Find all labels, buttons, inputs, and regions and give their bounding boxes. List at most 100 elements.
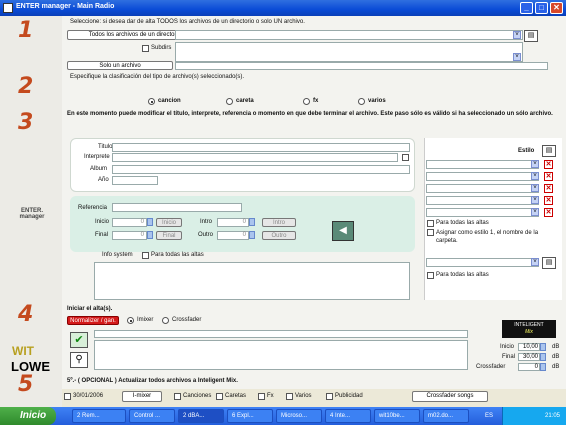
taskbar-item[interactable]: m02.do... (423, 409, 469, 423)
chevron-down-icon[interactable]: ˅ (531, 196, 539, 204)
language-indicator[interactable]: ES (485, 413, 493, 419)
estilo-4-select[interactable] (426, 196, 539, 205)
radio-varios[interactable] (358, 98, 365, 105)
estilo-2-delete-icon[interactable]: ✕ (544, 172, 553, 181)
intro-input[interactable]: 0 (217, 218, 249, 227)
radio-cancion[interactable] (148, 98, 155, 105)
outro-spinner[interactable] (249, 231, 255, 239)
radio-careta-label: careta (236, 98, 254, 104)
start-button[interactable]: Inicio (0, 407, 56, 425)
taskbar-item[interactable]: 6 Expl... (227, 409, 273, 423)
search-icon[interactable]: ⚲ (70, 352, 88, 368)
info-system-textarea[interactable] (94, 262, 410, 300)
taskbar-item[interactable]: 2 dBA... (178, 409, 224, 423)
taskbar-item[interactable]: Control ... (129, 409, 175, 423)
estilo-para-todas-checkbox[interactable] (427, 220, 434, 227)
normalizer-button[interactable]: Normalizer / gan. (67, 316, 119, 325)
estilo-1-select[interactable] (426, 160, 539, 169)
varios-checkbox[interactable] (286, 393, 293, 400)
final-input[interactable]: 0 (112, 231, 147, 240)
taskbar-item[interactable]: 2 Rem... (72, 409, 126, 423)
chevron-down-icon[interactable]: ˅ (513, 53, 521, 61)
inicio-gain-input[interactable]: 10,00 (518, 343, 540, 351)
chevron-down-icon[interactable]: ˅ (531, 208, 539, 216)
radio-crossfader[interactable] (162, 317, 169, 324)
interprete-checkbox[interactable] (402, 154, 409, 161)
imixer-update-button[interactable]: I-mixer (122, 391, 162, 402)
outro-input[interactable]: 0 (217, 231, 249, 240)
maximize-button[interactable]: □ (535, 2, 548, 14)
radio-imixer[interactable] (127, 317, 134, 324)
chevron-down-icon[interactable]: ˅ (531, 184, 539, 192)
checkmark-icon[interactable]: ✔ (70, 332, 88, 348)
step-4-number: 4 (18, 302, 34, 327)
single-file-button[interactable]: Solo un archivo (67, 61, 173, 70)
inicio-gain-spinner[interactable] (540, 343, 546, 351)
speaker-icon[interactable]: ◀ (332, 221, 354, 241)
estilo-add-icon[interactable]: ▤ (542, 145, 556, 157)
section-3-title: En este momento puede modificar el títul… (67, 111, 553, 117)
inicio-button[interactable]: Inicio (156, 218, 182, 227)
estilo-label: Estilo (518, 148, 535, 154)
title-bar[interactable]: ENTER manager - Main Radio _ □ ✕ (0, 0, 566, 16)
taskbar-item[interactable]: Microso... (276, 409, 322, 423)
radio-fx[interactable] (303, 98, 310, 105)
caretas-label: Caretas (225, 393, 247, 399)
files-list[interactable] (175, 42, 523, 62)
subdirs-label: Subdirs (151, 45, 172, 51)
add-folder-icon[interactable]: ▤ (524, 30, 538, 42)
radio-careta[interactable] (226, 98, 233, 105)
subdirs-checkbox[interactable] (142, 45, 149, 52)
log-textarea[interactable] (94, 340, 468, 370)
canciones-checkbox[interactable] (174, 393, 181, 400)
info-system-label: Info system (102, 252, 133, 258)
minimize-button[interactable]: _ (520, 2, 533, 14)
anio-input[interactable] (112, 176, 158, 185)
inicio-spinner[interactable] (147, 218, 153, 226)
estilo-3-delete-icon[interactable]: ✕ (544, 184, 553, 193)
fx-checkbox[interactable] (258, 393, 265, 400)
estilo-2-select[interactable] (426, 172, 539, 181)
crossfader-gain-input[interactable]: 0 (518, 363, 540, 371)
estilo-3-select[interactable] (426, 184, 539, 193)
update-checkbox[interactable] (64, 393, 71, 400)
chevron-down-icon[interactable]: ˅ (531, 160, 539, 168)
chevron-down-icon[interactable]: ˅ (531, 172, 539, 180)
directory-field[interactable] (175, 30, 523, 40)
crossfade-songs-button[interactable]: Crossfader songs (412, 391, 488, 402)
final-gain-spinner[interactable] (540, 353, 546, 361)
estilo-1-delete-icon[interactable]: ✕ (544, 160, 553, 169)
outro-button[interactable]: Outro (262, 231, 296, 240)
crossfader-gain-spinner[interactable] (540, 363, 546, 371)
estilo-5-select[interactable] (426, 208, 539, 217)
chevron-down-icon[interactable]: ˅ (513, 31, 521, 39)
publicidad-checkbox[interactable] (326, 393, 333, 400)
estilo-5-delete-icon[interactable]: ✕ (544, 208, 553, 217)
referencia-input[interactable] (112, 203, 242, 212)
interprete-input[interactable] (112, 153, 398, 162)
taskbar-item[interactable]: wit10be... (374, 409, 420, 423)
caretas-checkbox[interactable] (216, 393, 223, 400)
single-file-field[interactable] (175, 62, 548, 70)
step-sidebar: 1 2 3 ENTER. manager 4 WIT LOWE 5 (0, 16, 62, 407)
estilo-extra-add-icon[interactable]: ▤ (542, 257, 556, 269)
anio-label: Año (98, 177, 109, 183)
taskbar-item[interactable]: 4 Inte... (325, 409, 371, 423)
album-input[interactable] (112, 165, 410, 174)
asignar-checkbox[interactable] (427, 229, 434, 236)
intro-spinner[interactable] (249, 218, 255, 226)
titulo-input[interactable] (112, 143, 410, 152)
estilo-4-delete-icon[interactable]: ✕ (544, 196, 553, 205)
crossfader-db-label: dB (552, 364, 560, 370)
inicio-input[interactable]: 0 (112, 218, 147, 227)
final-spinner[interactable] (147, 231, 153, 239)
radio-varios-label: varios (368, 98, 386, 104)
estilo-extra-select[interactable] (426, 258, 539, 267)
intro-button[interactable]: Intro (262, 218, 296, 227)
close-button[interactable]: ✕ (550, 2, 563, 14)
info-para-todas-checkbox[interactable] (142, 252, 149, 259)
final-gain-input[interactable]: 30,00 (518, 353, 540, 361)
chevron-down-icon[interactable]: ˅ (531, 258, 539, 266)
estilo-extra-para-todas-checkbox[interactable] (427, 272, 434, 279)
final-button[interactable]: Final (156, 231, 182, 240)
